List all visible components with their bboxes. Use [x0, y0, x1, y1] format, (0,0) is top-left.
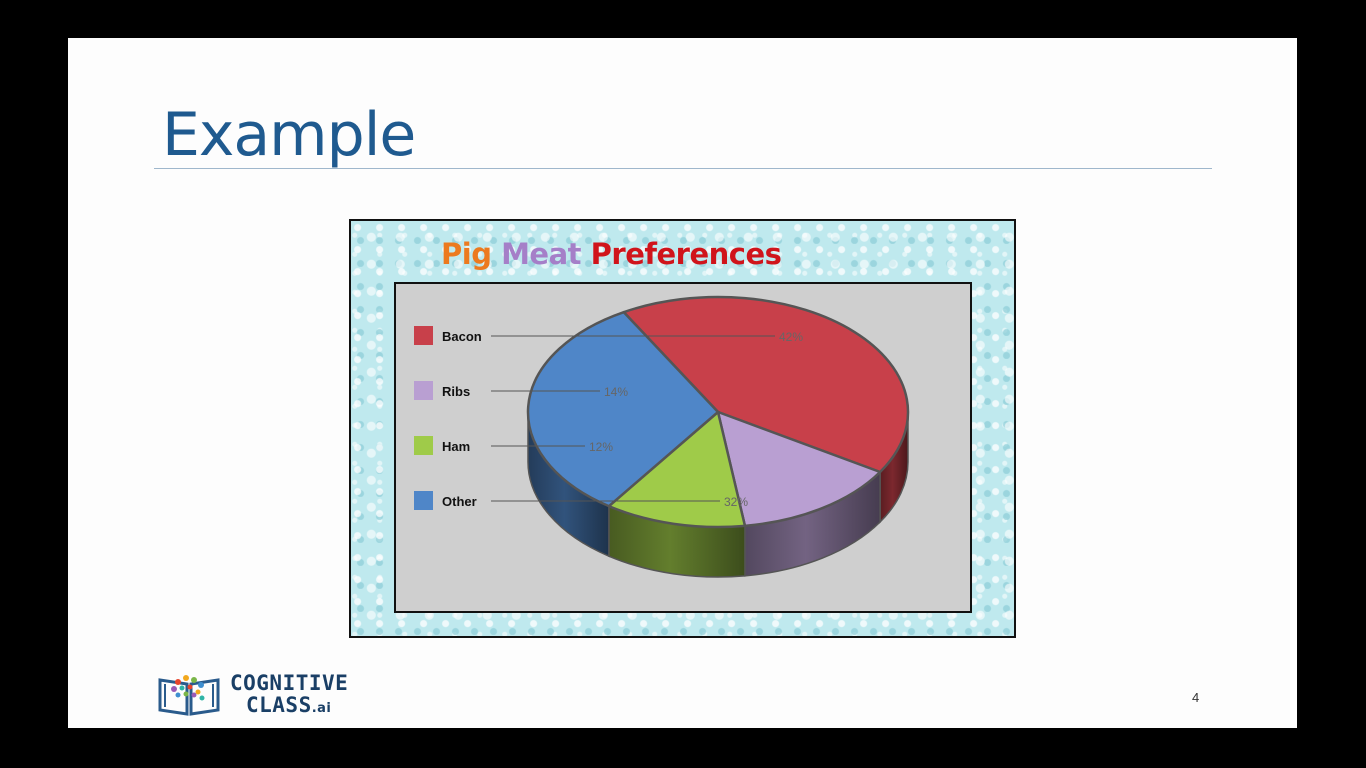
- logo-ai-suffix: .ai: [311, 701, 332, 716]
- plot-area: Bacon 42% Ribs 14% Ham 12% Other 32%: [394, 282, 972, 613]
- logo-wordmark: COGNITIVE CLASS.ai: [230, 672, 348, 720]
- legend-swatch-bacon: [414, 326, 433, 345]
- logo-class-text: CLASS: [246, 693, 312, 717]
- open-book-logo-icon: [158, 675, 220, 716]
- value-label-bacon: 42%: [779, 330, 803, 344]
- title-divider: [154, 168, 1212, 169]
- chart-frame: Pig Meat Preferences Bacon 42% Ribs 14% Ham 1…: [349, 219, 1016, 638]
- legend-swatch-ribs: [414, 381, 433, 400]
- slide-title: Example: [162, 100, 416, 170]
- logo-line-cognitive: COGNITIVE: [230, 671, 349, 695]
- logo-line-class: CLASS.ai: [230, 694, 348, 720]
- chart-title-word-preferences: Preferences: [590, 237, 782, 271]
- cognitive-class-logo: COGNITIVE CLASS.ai: [156, 672, 356, 720]
- legend-label-ribs: Ribs: [442, 384, 470, 399]
- chart-title-word-meat: Meat: [501, 237, 582, 271]
- legend-label-ham: Ham: [442, 439, 470, 454]
- value-label-other: 32%: [724, 495, 748, 509]
- chart-title: Pig Meat Preferences: [441, 237, 782, 271]
- pie-chart: Bacon 42% Ribs 14% Ham 12% Other 32%: [414, 295, 910, 578]
- legend-swatch-other: [414, 491, 433, 510]
- legend-label-other: Other: [442, 494, 477, 509]
- chart-title-word-pig: Pig: [441, 237, 492, 271]
- value-label-ribs: 14%: [604, 385, 628, 399]
- value-label-ham: 12%: [589, 440, 613, 454]
- legend-swatch-ham: [414, 436, 433, 455]
- page-number: 4: [1192, 690, 1200, 705]
- slide: Example Pig Meat Preferences Bacon 42% Rib…: [68, 38, 1297, 728]
- legend-label-bacon: Bacon: [442, 329, 482, 344]
